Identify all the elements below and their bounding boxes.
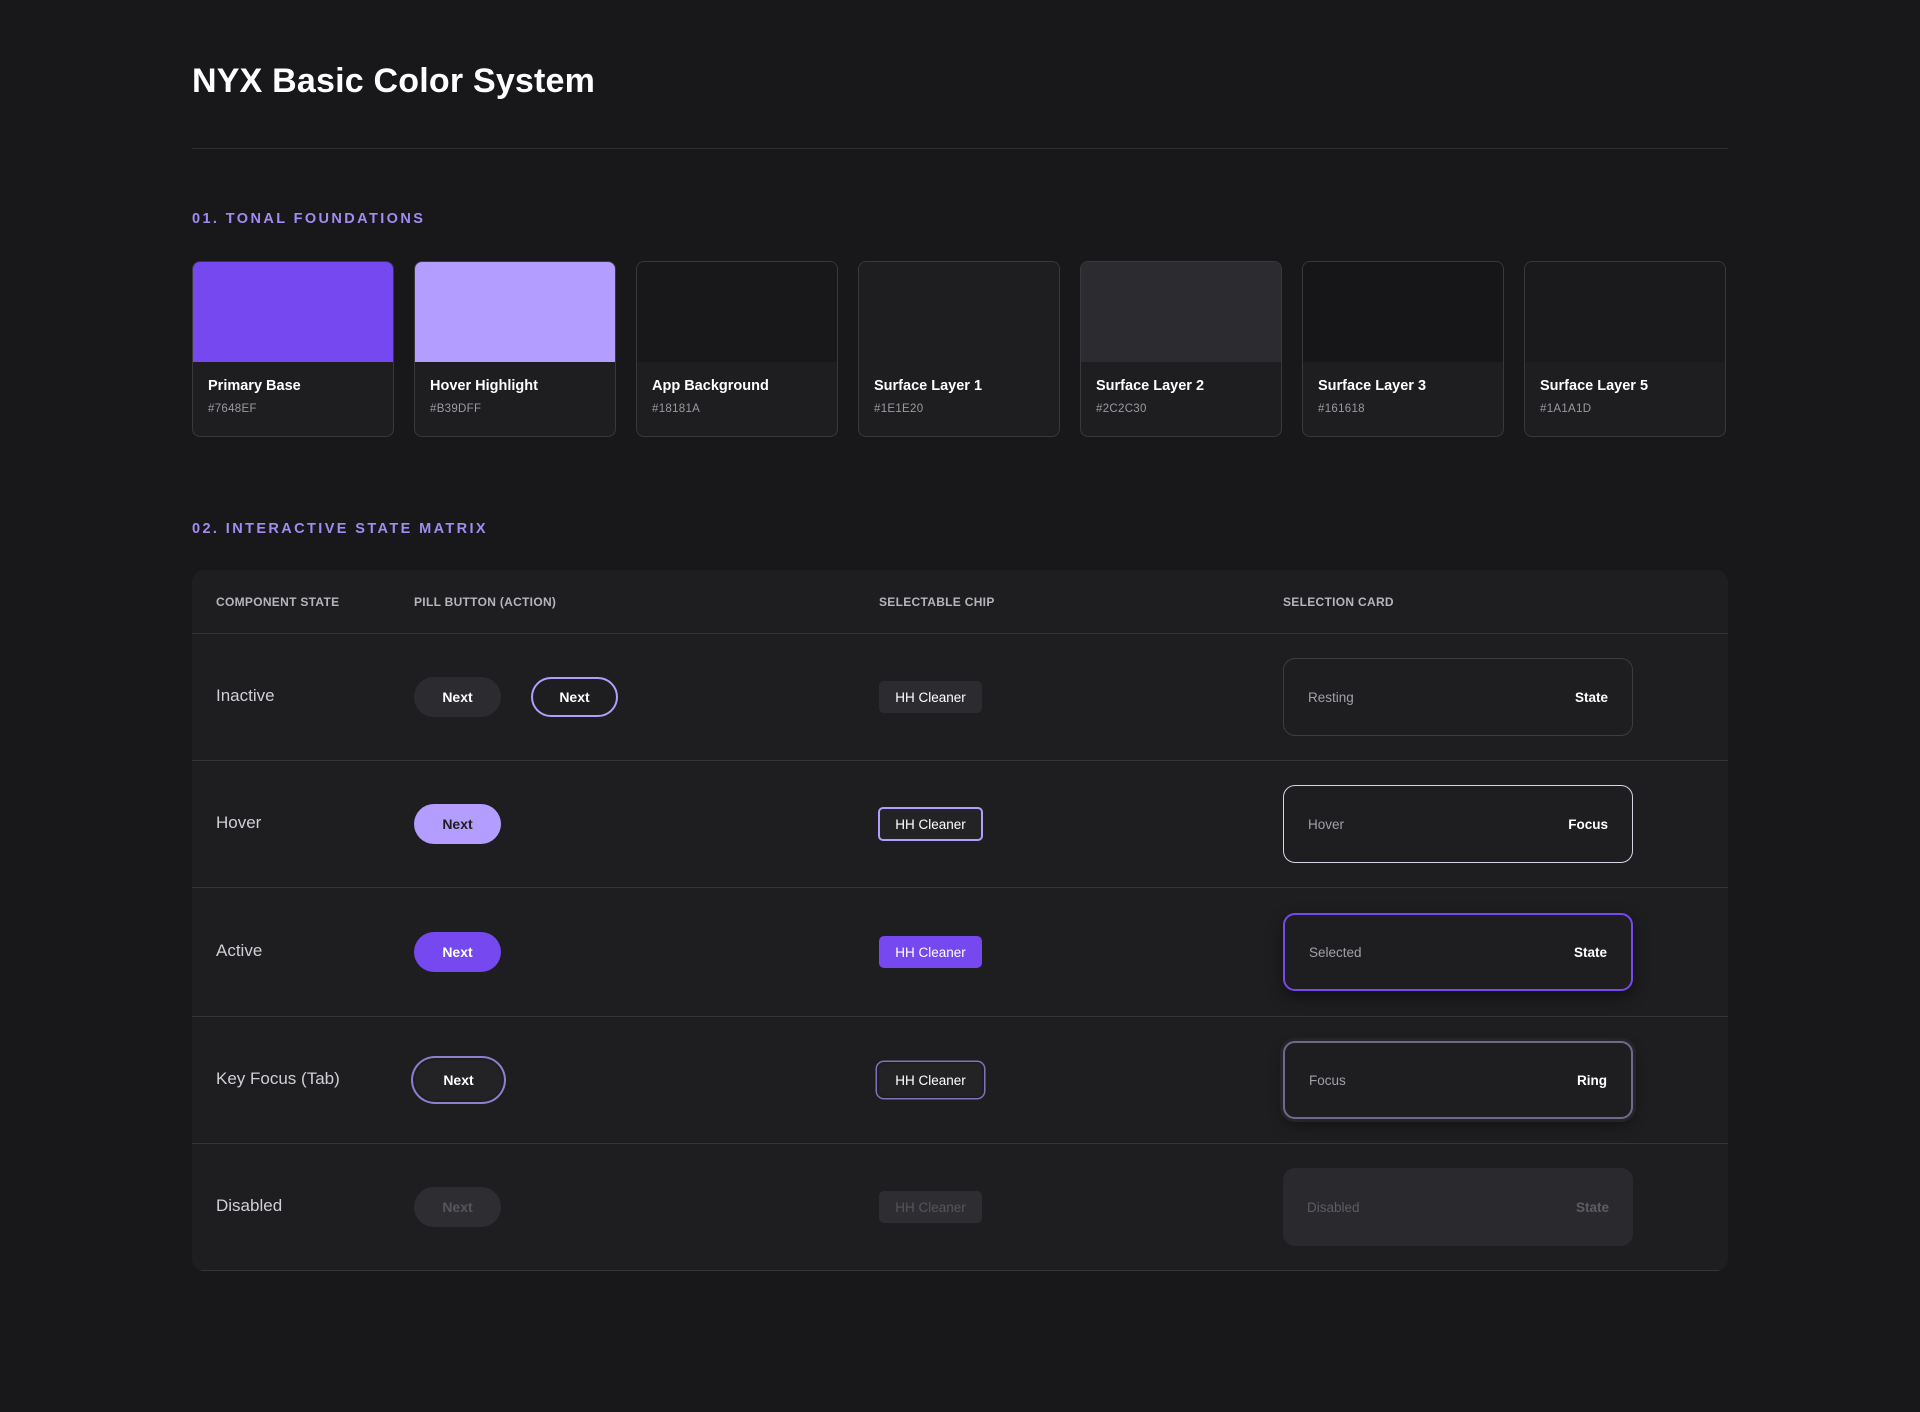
- section-heading-matrix: 02. INTERACTIVE STATE MATRIX: [192, 521, 488, 537]
- swatch-hex: #1A1A1D: [1540, 403, 1592, 415]
- chip-active[interactable]: HH Cleaner: [879, 936, 982, 968]
- swatch-name: Surface Layer 3: [1318, 378, 1427, 394]
- selection-card-hover[interactable]: Hover Focus: [1283, 785, 1633, 863]
- selection-card-focus[interactable]: Focus Ring: [1283, 1041, 1633, 1119]
- row-label: Disabled: [216, 1196, 283, 1215]
- swatch-color: [637, 262, 837, 362]
- table-row-inactive: Inactive Next Next HH Cleaner Resting St…: [192, 634, 1728, 761]
- card-label: Resting: [1308, 689, 1354, 705]
- swatch-name: Primary Base: [208, 378, 301, 394]
- swatch-hex: #2C2C30: [1096, 403, 1147, 415]
- page-title: NYX Basic Color System: [192, 62, 596, 100]
- selection-card-selected[interactable]: Selected State: [1283, 913, 1633, 991]
- swatch-color: [859, 262, 1059, 362]
- section-heading-tonal: 01. TONAL FOUNDATIONS: [192, 211, 426, 227]
- swatch-hex: #7648EF: [208, 403, 257, 415]
- swatch-row: Primary Base #7648EF Hover Highlight #B3…: [192, 261, 1728, 437]
- table-row-hover: Hover Next HH Cleaner Hover Focus: [192, 761, 1728, 888]
- swatch-color: [1525, 262, 1725, 362]
- swatch-name: Hover Highlight: [430, 378, 538, 394]
- swatch-card: Surface Layer 3 #161618: [1302, 261, 1504, 437]
- swatch-hex: #161618: [1318, 403, 1365, 415]
- header-selectable-chip: SELECTABLE CHIP: [879, 595, 995, 609]
- row-label: Inactive: [216, 686, 275, 705]
- swatch-card: Surface Layer 2 #2C2C30: [1080, 261, 1282, 437]
- swatch-card: App Background #18181A: [636, 261, 838, 437]
- card-value: Ring: [1577, 1072, 1607, 1088]
- swatch-color: [415, 262, 615, 362]
- header-pill-button: PILL BUTTON (ACTION): [414, 595, 557, 609]
- swatch-name: App Background: [652, 378, 769, 394]
- chip-hover[interactable]: HH Cleaner: [878, 807, 983, 841]
- card-value: State: [1573, 944, 1607, 960]
- chip-disabled: HH Cleaner: [879, 1191, 982, 1223]
- swatch-color: [1303, 262, 1503, 362]
- selection-card-disabled: Disabled State: [1283, 1168, 1633, 1246]
- card-label: Hover: [1308, 816, 1345, 832]
- swatch-name: Surface Layer 5: [1540, 378, 1649, 394]
- swatch-hex: #B39DFF: [430, 403, 482, 415]
- swatch-card: Hover Highlight #B39DFF: [414, 261, 616, 437]
- state-matrix-table: COMPONENT STATE PILL BUTTON (ACTION) SEL…: [192, 570, 1728, 1271]
- swatch-card: Surface Layer 1 #1E1E20: [858, 261, 1060, 437]
- selection-card-resting[interactable]: Resting State: [1283, 658, 1633, 736]
- chip-focus[interactable]: HH Cleaner: [879, 1064, 982, 1096]
- swatch-hex: #1E1E20: [874, 403, 924, 415]
- swatch-hex: #18181A: [652, 403, 701, 415]
- table-header: COMPONENT STATE PILL BUTTON (ACTION) SEL…: [192, 570, 1728, 634]
- row-label: Hover: [216, 813, 262, 832]
- swatch-card: Primary Base #7648EF: [192, 261, 394, 437]
- swatch-name: Surface Layer 2: [1096, 378, 1205, 394]
- pill-button-outline[interactable]: Next: [531, 677, 618, 717]
- card-label: Focus: [1309, 1072, 1346, 1088]
- row-label: Active: [216, 941, 263, 960]
- table-row-disabled: Disabled Next HH Cleaner Disabled State: [192, 1144, 1728, 1271]
- pill-button-active[interactable]: Next: [414, 932, 501, 972]
- row-label: Key Focus (Tab): [216, 1069, 340, 1088]
- pill-button-focus[interactable]: Next: [415, 1060, 502, 1100]
- swatch-name: Surface Layer 1: [874, 378, 983, 394]
- card-label: Disabled: [1307, 1199, 1360, 1215]
- header-selection-card: SELECTION CARD: [1283, 595, 1394, 609]
- chip-inactive[interactable]: HH Cleaner: [879, 681, 982, 713]
- table-row-active: Active Next HH Cleaner Selected State: [192, 888, 1728, 1017]
- pill-button-inactive[interactable]: Next: [414, 677, 501, 717]
- swatch-color: [1081, 262, 1281, 362]
- pill-button-hover[interactable]: Next: [414, 804, 501, 844]
- title-divider: [192, 148, 1728, 149]
- table-row-key-focus: Key Focus (Tab) Next HH Cleaner Focus Ri…: [192, 1017, 1728, 1144]
- card-value: State: [1574, 689, 1608, 705]
- pill-button-disabled: Next: [414, 1187, 501, 1227]
- card-value: State: [1575, 1199, 1609, 1215]
- header-component-state: COMPONENT STATE: [216, 595, 340, 609]
- swatch-card: Surface Layer 5 #1A1A1D: [1524, 261, 1726, 437]
- card-label: Selected: [1309, 944, 1362, 960]
- swatch-color: [193, 262, 393, 362]
- card-value: Focus: [1568, 816, 1608, 832]
